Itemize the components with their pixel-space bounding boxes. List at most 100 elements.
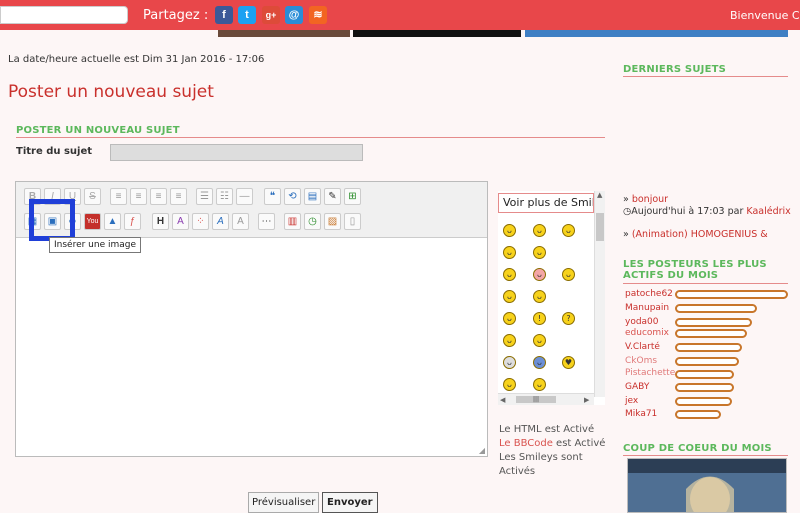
dailymotion-icon[interactable]: ▲ [104,213,121,230]
align-right-icon[interactable]: ≡ [150,188,167,205]
banner-image [218,30,350,37]
poster-name[interactable]: educomix [625,327,669,340]
poster-name[interactable]: Manupain [625,302,669,315]
banner-image [525,30,788,37]
topic-meta: ◷Aujourd'hui à 17:03 par Kaalédrix [623,206,791,217]
scroll-left-icon[interactable]: ◀ [500,396,505,404]
poster-name[interactable]: patoche62 [625,288,673,301]
rss-icon[interactable]: ≋ [309,6,327,24]
poster-bar [675,290,788,299]
poster-bar [675,410,721,419]
section-divider [16,137,605,138]
smiley-icon[interactable]: ᴗ [533,268,546,281]
heading-button[interactable]: H [152,213,169,230]
tooltip: Insérer une image [49,237,142,253]
smiley-icon[interactable]: ᴗ [533,246,546,259]
topic-link[interactable]: (Animation) HOMOGENIUS & [632,229,768,240]
smiley-icon[interactable]: ᴗ [503,378,516,391]
quote-icon[interactable]: ❝ [264,188,281,205]
smiley-icon[interactable]: ᴗ [503,224,516,237]
featured-image[interactable] [627,458,787,513]
hide-icon[interactable]: ✎ [324,188,341,205]
paste-icon[interactable]: ▨ [324,213,341,230]
poster-name[interactable]: V.Clarté [625,341,660,354]
subject-label: Titre du sujet [16,146,93,157]
bbcode-link[interactable]: Le BBCode [499,438,553,449]
smiley-icon[interactable]: ᴗ [533,334,546,347]
scroll-up-icon[interactable]: ▲ [597,191,602,199]
justify-icon[interactable]: ≡ [170,188,187,205]
smiley-icon[interactable]: ᴗ [503,356,516,369]
subject-input[interactable] [110,144,363,161]
smiley-icon[interactable]: ᴗ [503,268,516,281]
smiley-icon[interactable]: ᴗ [533,224,546,237]
top-posters-title-line: ACTIFS DU MOIS [623,270,719,281]
color-icon[interactable]: ⁘ [192,213,209,230]
smiley-icon[interactable]: ? [562,312,575,325]
scroll-thumb[interactable]: ||| [516,396,556,403]
email-icon[interactable]: @ [285,6,303,24]
font-size-icon[interactable]: A [172,213,189,230]
align-left-icon[interactable]: ≡ [110,188,127,205]
smiley-icon[interactable]: ᴗ [562,224,575,237]
horizontal-rule-icon[interactable]: ― [236,188,253,205]
section-divider [623,455,788,456]
table-icon[interactable]: ⊞ [344,188,361,205]
date-icon[interactable]: ▥ [284,213,301,230]
poster-bar [675,343,742,352]
time-icon[interactable]: ◷ [304,213,321,230]
remove-format-icon[interactable]: A [232,213,249,230]
font-icon[interactable]: A [212,213,229,230]
smiley-icon[interactable]: ᴗ [533,378,546,391]
send-button[interactable]: Envoyer [322,492,378,513]
more-smileys-button[interactable]: Voir plus de Smileys [498,193,594,213]
top-posters-title: LES POSTEURS LES PLUS ACTIFS DU MOIS [623,259,767,281]
poster-name[interactable]: Mika71 [625,408,657,421]
smiley-icon[interactable]: ᴗ [503,312,516,325]
smiley-icon[interactable]: ♥ [562,356,575,369]
topic-link[interactable]: bonjour [632,194,668,205]
poster-bar [675,397,732,406]
google-plus-icon[interactable]: g+ [262,6,280,24]
flash-icon[interactable]: ƒ [124,213,141,230]
scroll-thumb[interactable] [596,213,604,241]
coup-de-coeur-title: COUP DE COEUR DU MOIS [623,443,772,454]
smileys-status: Les Smileys sont Activés [499,452,583,477]
more-icon[interactable]: ⋯ [258,213,275,230]
document-icon[interactable]: ▯ [344,213,361,230]
bullet-list-icon[interactable]: ☰ [196,188,213,205]
youtube-icon[interactable]: You [84,213,101,230]
smiley-icon[interactable]: ᴗ [533,356,546,369]
smiley-horizontal-scrollbar[interactable]: ◀ ||| ▶ [498,393,594,405]
topic-author-link[interactable]: Kaalédrix [746,206,790,217]
smiley-icon[interactable]: ᴗ [533,290,546,303]
top-search-input[interactable] [0,6,128,24]
smiley-icon[interactable]: ! [533,312,546,325]
smiley-icon[interactable]: ᴗ [503,246,516,259]
resize-handle-icon[interactable]: ◢ [479,446,485,455]
strike-button[interactable]: S [84,188,101,205]
poster-name[interactable]: GABY [625,381,649,394]
facebook-icon[interactable]: f [215,6,233,24]
poster-name[interactable]: Pistachette [625,367,675,380]
poster-bar [675,304,757,313]
top-posters-title-line: LES POSTEURS LES PLUS [623,259,767,270]
editor-toolbar: B I U S ≡ ≡ ≡ ≡ ☰ ☷ ― ❝ ⟲ ▤ ✎ ⊞ ▦ ▣ ∞ Yo… [16,182,487,238]
message-editor[interactable]: B I U S ≡ ≡ ≡ ≡ ☰ ☷ ― ❝ ⟲ ▤ ✎ ⊞ ▦ ▣ ∞ Yo… [15,181,488,457]
highlight-box [29,199,75,241]
numbered-list-icon[interactable]: ☷ [216,188,233,205]
align-center-icon[interactable]: ≡ [130,188,147,205]
smiley-icon[interactable]: ᴗ [562,268,575,281]
smiley-vertical-scrollbar[interactable]: ▲ [594,191,605,397]
twitter-icon[interactable]: t [238,6,256,24]
poster-name[interactable]: jex [625,395,638,408]
bbcode-status: Le BBCode est Activé [499,437,609,451]
scroll-right-icon[interactable]: ▶ [584,396,589,404]
poster-bar [675,318,752,327]
html-status: Le HTML est Activé [499,424,595,435]
preview-button[interactable]: Prévisualiser [248,492,320,513]
smiley-icon[interactable]: ᴗ [503,334,516,347]
smiley-icon[interactable]: ᴗ [503,290,516,303]
spoiler-icon[interactable]: ▤ [304,188,321,205]
code-icon[interactable]: ⟲ [284,188,301,205]
